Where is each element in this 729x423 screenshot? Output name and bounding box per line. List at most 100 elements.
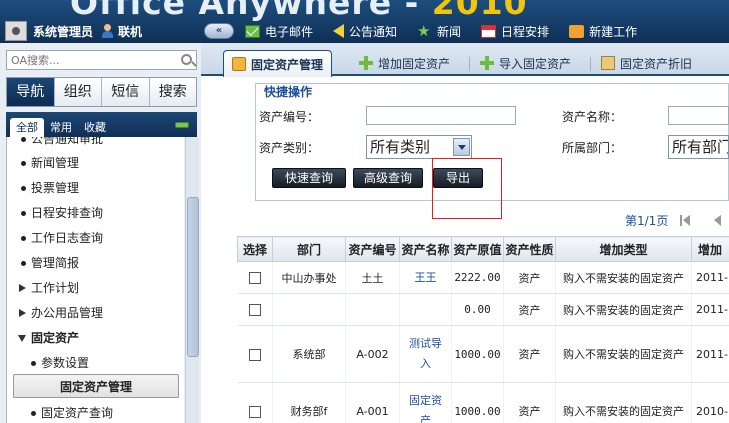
asset-type-value: 所有类别 xyxy=(370,138,431,156)
cell-nature: 资产 xyxy=(503,382,556,423)
menu-item-label: 投票管理 xyxy=(31,181,80,195)
menu-item[interactable]: 新闻管理 xyxy=(7,151,184,175)
cell-nature: 资产 xyxy=(503,325,556,383)
menu-item[interactable]: 公告通知审批 xyxy=(7,137,184,151)
col-orig-value[interactable]: 资产原值 xyxy=(451,236,504,262)
dept-select[interactable]: 所有部门 xyxy=(668,135,729,159)
menu-subitem[interactable]: 参数设置 xyxy=(7,351,184,375)
menu-scrollbar[interactable] xyxy=(185,137,199,423)
cell-asset-no: A-002 xyxy=(345,325,400,383)
cell-dept: 财务部f xyxy=(272,382,346,423)
col-asset-name[interactable]: 资产名称 xyxy=(399,236,452,262)
new-work-icon xyxy=(569,24,585,38)
shortcut-notice-label: 公告通知 xyxy=(349,24,398,39)
subtab-favorites[interactable]: 收藏 xyxy=(78,118,112,137)
notice-icon xyxy=(333,24,345,38)
advanced-query-button[interactable]: 高级查询 xyxy=(353,168,423,188)
tab-organization[interactable]: 组织 xyxy=(54,78,102,106)
menu-item[interactable]: 管理简报 xyxy=(7,251,184,275)
cell-asset-no xyxy=(345,293,400,326)
menu-subitem[interactable]: 固定资产查询 xyxy=(7,401,184,423)
user-name[interactable]: 系统管理员 xyxy=(33,23,93,40)
menu-item-label: 公告通知审批 xyxy=(31,137,104,146)
shortcut-email-label: 电子邮件 xyxy=(265,24,314,39)
cell-asset-name-link[interactable] xyxy=(399,293,452,326)
col-nature[interactable]: 资产性质 xyxy=(503,236,556,262)
cell-add-type: 购入不需安装的固定资产 xyxy=(555,293,692,326)
first-page-icon[interactable] xyxy=(680,215,692,226)
brand-year: 2010 xyxy=(431,0,528,22)
tab-add-asset[interactable]: 增加固定资产 xyxy=(359,50,450,76)
table-row: 0.00 资产 购入不需安装的固定资产 2011- xyxy=(237,293,729,326)
shortcut-calendar-label: 日程安排 xyxy=(501,24,550,39)
tab-import-asset[interactable]: 导入固定资产 xyxy=(480,50,571,76)
expand-arrow-icon xyxy=(19,309,26,317)
asset-icon xyxy=(232,57,246,71)
collapse-arrow-icon xyxy=(18,335,26,342)
shortcut-bar: 电子邮件 公告通知 ★ 新闻 日程安排 新建工作 xyxy=(245,20,657,42)
col-add-date[interactable]: 增加 xyxy=(691,236,729,262)
cell-asset-name-link[interactable]: 固定资产 xyxy=(399,382,452,423)
mail-icon xyxy=(245,24,260,38)
menu-subitem-selected[interactable]: 固定资产管理 xyxy=(13,374,179,398)
cell-asset-name-link[interactable]: 王王 xyxy=(399,261,452,294)
shortcut-new-work[interactable]: 新建工作 xyxy=(569,23,637,40)
menu-item[interactable]: 工作日志查询 xyxy=(7,226,184,250)
tab-depreciation[interactable]: 固定资产折旧 xyxy=(601,50,692,76)
menu-group-expanded[interactable]: 固定资产 xyxy=(7,326,184,350)
shortcut-calendar[interactable]: 日程安排 xyxy=(481,23,549,40)
menu-group-collapsed[interactable]: 办公用品管理 xyxy=(7,301,184,325)
asset-no-input[interactable] xyxy=(366,106,516,125)
cell-orig-value: 1000.00 xyxy=(451,382,504,423)
subtab-common[interactable]: 常用 xyxy=(44,118,78,137)
table-row: 中山办事处 土土 王王 2222.00 资产 购入不需安装的固定资产 2011- xyxy=(237,261,729,294)
asset-type-select[interactable]: 所有类别 xyxy=(366,135,472,159)
row-checkbox[interactable] xyxy=(248,405,261,418)
asset-name-label: 资产名称： xyxy=(562,110,623,124)
col-add-type[interactable]: 增加类型 xyxy=(555,236,692,262)
tab-search[interactable]: 搜索 xyxy=(149,78,196,106)
menu-group-collapsed[interactable]: 工作计划 xyxy=(7,276,184,300)
col-dept[interactable]: 部门 xyxy=(272,236,346,262)
cell-add-date: 2011- xyxy=(691,293,729,326)
menu-item[interactable]: 投票管理 xyxy=(7,176,184,200)
shortcut-email[interactable]: 电子邮件 xyxy=(245,23,313,40)
col-select[interactable]: 选择 xyxy=(237,236,273,262)
cell-add-date: 2011- xyxy=(691,325,729,383)
shortcut-news[interactable]: ★ 新闻 xyxy=(417,23,461,40)
prev-page-icon[interactable] xyxy=(714,215,721,226)
expand-arrow-icon xyxy=(19,284,26,292)
cell-add-date: 2010- xyxy=(691,382,729,423)
dept-label: 所属部门： xyxy=(562,141,623,155)
function-tabs: 固定资产管理 增加固定资产 导入固定资产 固定资产折旧 xyxy=(201,43,729,77)
quick-query-button[interactable]: 快速查询 xyxy=(272,168,346,188)
tab-navigation[interactable]: 导航 xyxy=(7,78,55,106)
collapse-menu-icon[interactable] xyxy=(175,122,189,128)
asset-name-input[interactable] xyxy=(668,106,729,125)
row-checkbox[interactable] xyxy=(248,348,261,361)
cell-asset-name-link[interactable]: 测试导入 xyxy=(399,325,452,383)
pager: 第1/1页 xyxy=(201,205,729,235)
menu-item-label: 管理简报 xyxy=(31,256,80,270)
user-status[interactable]: 联机 xyxy=(118,23,142,40)
row-checkbox[interactable] xyxy=(248,272,261,284)
shortcut-new-work-label: 新建工作 xyxy=(589,24,638,39)
collapse-sidebar-button[interactable]: « xyxy=(204,23,234,39)
tab-messages[interactable]: 短信 xyxy=(102,78,150,106)
menu-item[interactable]: 日程安排查询 xyxy=(7,201,184,225)
search-icon[interactable] xyxy=(181,54,192,65)
tab-label: 导入固定资产 xyxy=(499,56,572,71)
search-input[interactable] xyxy=(7,51,172,69)
tab-asset-management[interactable]: 固定资产管理 xyxy=(223,50,333,77)
scrollbar-thumb[interactable] xyxy=(187,197,199,357)
cell-add-date: 2011- xyxy=(691,261,729,294)
row-checkbox[interactable] xyxy=(248,304,261,316)
avatar[interactable] xyxy=(5,21,27,41)
cell-add-type: 购入不需安装的固定资产 xyxy=(555,261,692,294)
main-panel: 固定资产管理 增加固定资产 导入固定资产 固定资产折旧 快捷操作 资产编号： 资… xyxy=(201,43,729,423)
subtab-all[interactable]: 全部 xyxy=(10,118,44,137)
menu-item-label: 固定资产管理 xyxy=(59,380,132,394)
shortcut-notice[interactable]: 公告通知 xyxy=(333,23,397,40)
col-asset-no[interactable]: 资产编号 xyxy=(345,236,400,262)
cell-dept: 系统部 xyxy=(272,325,346,383)
